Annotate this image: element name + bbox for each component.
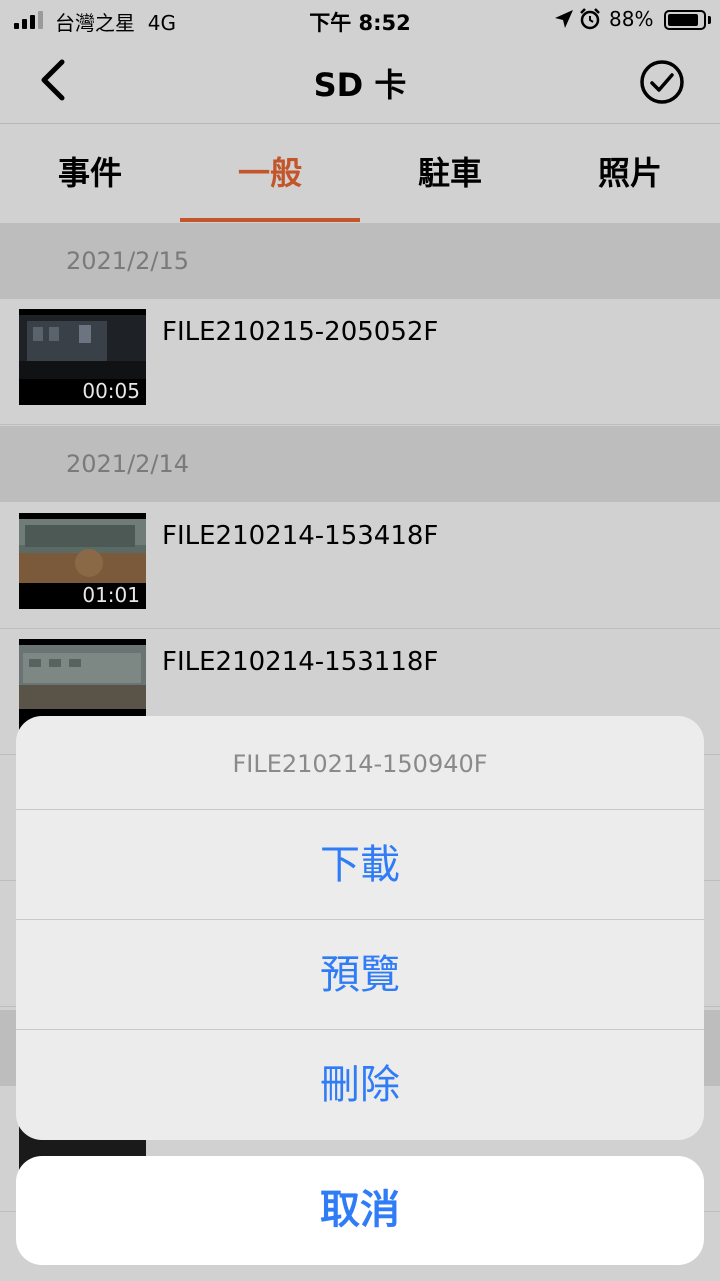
delete-button[interactable]: 刪除 [16, 1030, 704, 1140]
file-row[interactable]: 01:01 FILE210214-153418F [0, 503, 720, 629]
action-sheet: FILE210214-150940F 下載 預覽 刪除 [16, 716, 704, 1140]
cancel-button[interactable]: 取消 [16, 1156, 704, 1265]
tab-events[interactable]: 事件 [0, 124, 180, 222]
download-button[interactable]: 下載 [16, 810, 704, 920]
tab-parking[interactable]: 駐車 [360, 124, 540, 222]
alarm-icon [580, 8, 600, 30]
checkmark-circle-icon[interactable] [638, 58, 686, 106]
battery-tip [708, 16, 711, 24]
status-bar: 台灣之星 4G 下午 8:52 88% [0, 0, 720, 40]
battery-icon [664, 10, 706, 30]
video-duration: 01:01 [82, 583, 140, 607]
preview-button[interactable]: 預覽 [16, 920, 704, 1030]
location-arrow-icon [555, 10, 573, 28]
file-name: FILE210214-153418F [162, 521, 439, 551]
file-row[interactable]: 00:05 FILE210215-205052F [0, 299, 720, 425]
page-title: SD 卡 [313, 66, 407, 104]
nav-bar: SD 卡 [0, 40, 720, 124]
tab-photos[interactable]: 照片 [540, 124, 720, 222]
video-thumbnail: 00:05 [19, 309, 146, 405]
tab-general[interactable]: 一般 [180, 124, 360, 222]
action-sheet-title: FILE210214-150940F [16, 716, 704, 810]
tab-bar: 事件 一般 駐車 照片 [0, 124, 720, 222]
file-name: FILE210215-205052F [162, 317, 439, 347]
video-thumbnail: 01:01 [19, 513, 146, 609]
video-duration: 00:05 [82, 379, 140, 403]
battery-percent: 88% [609, 7, 654, 31]
date-header: 2021/2/15 [0, 223, 720, 299]
file-name: FILE210214-153118F [162, 647, 439, 677]
active-tab-indicator [180, 218, 360, 222]
date-header: 2021/2/14 [0, 426, 720, 502]
